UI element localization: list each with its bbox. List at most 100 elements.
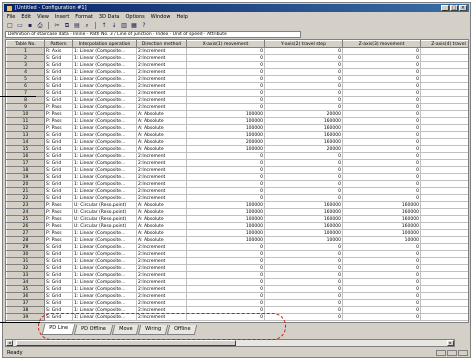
table-cell[interactable]: 2:Increment <box>136 166 187 174</box>
table-cell[interactable]: S: Grid <box>44 75 73 83</box>
table-cell[interactable]: 2:Increment <box>136 271 187 279</box>
table-cell[interactable]: R: Axis <box>44 47 73 55</box>
table-row[interactable]: 22 S: Grid 1: Linear (Composite... 2:Increm… <box>6 194 468 202</box>
menu-edit[interactable]: Edit <box>21 14 31 20</box>
table-cell[interactable]: A: Absolute <box>136 110 187 118</box>
table-cell[interactable]: 0 <box>186 257 265 265</box>
table-cell[interactable]: 2:Increment <box>136 89 187 97</box>
table-cell[interactable]: 0 <box>342 145 421 153</box>
table-cell[interactable] <box>420 236 468 244</box>
table-cell[interactable]: 0 <box>264 68 343 76</box>
table-cell[interactable]: 160000 <box>264 131 343 139</box>
table-cell[interactable]: 160000 <box>264 222 343 230</box>
table-row[interactable]: 37 S: Grid 1: Linear (Composite... 2:Increm… <box>6 299 468 307</box>
table-row[interactable]: 2 S: Grid 1: Linear (Composite... 2:Increme… <box>6 54 468 62</box>
column-header[interactable]: Table No. <box>6 40 45 48</box>
table-cell[interactable]: 160000 <box>264 117 343 125</box>
table-cell[interactable]: 160000 <box>264 201 343 209</box>
table-cell[interactable] <box>420 229 468 237</box>
row-header[interactable]: 27 <box>6 229 45 237</box>
table-cell[interactable]: 1: Linear (Composite... <box>72 96 137 104</box>
table-row[interactable]: 15 S: Grid 1: Linear (Composite... A: Absol… <box>6 145 468 153</box>
table-cell[interactable]: S: Grid <box>44 54 73 62</box>
close-button[interactable]: × <box>459 5 467 11</box>
menu-format[interactable]: Format <box>75 14 93 20</box>
table-cell[interactable]: 2:Increment <box>136 264 187 272</box>
table-cell[interactable]: P: Pass <box>44 117 73 125</box>
table-cell[interactable]: 0 <box>342 82 421 90</box>
table-cell[interactable] <box>420 306 468 314</box>
table-cell[interactable]: 1: Linear (Composite... <box>72 257 137 265</box>
table-cell[interactable]: 0 <box>342 159 421 167</box>
table-cell[interactable]: 0 <box>264 292 343 300</box>
table-cell[interactable]: S: Grid <box>44 96 73 104</box>
table-cell[interactable]: 1: Linear (Composite... <box>72 82 137 90</box>
table-cell[interactable]: 0 <box>342 103 421 111</box>
table-cell[interactable]: 10000 <box>264 236 343 244</box>
new-file-icon[interactable]: □ <box>6 22 14 30</box>
table-cell[interactable] <box>420 278 468 286</box>
scroll-left-icon[interactable]: ◂ <box>6 340 13 346</box>
table-cell[interactable]: 1: Linear (Composite... <box>72 236 137 244</box>
table-cell[interactable]: S: Grid <box>44 257 73 265</box>
table-cell[interactable]: 0 <box>186 61 265 69</box>
table-cell[interactable]: 2:Increment <box>136 187 187 195</box>
table-cell[interactable] <box>420 82 468 90</box>
row-header[interactable]: 19 <box>6 173 45 181</box>
table-cell[interactable]: 0 <box>342 313 421 321</box>
table-cell[interactable] <box>420 103 468 111</box>
table-cell[interactable]: S: Grid <box>44 131 73 139</box>
table-cell[interactable]: 0 <box>264 75 343 83</box>
table-cell[interactable]: 100000 <box>186 110 265 118</box>
table-cell[interactable]: 0 <box>342 180 421 188</box>
table-cell[interactable] <box>420 138 468 146</box>
table-cell[interactable]: 0 <box>264 278 343 286</box>
table-cell[interactable]: A: Absolute <box>136 208 187 216</box>
table-cell[interactable]: 0 <box>186 47 265 55</box>
column-header[interactable]: Pattern <box>44 40 73 48</box>
table-cell[interactable]: 0 <box>264 187 343 195</box>
table-row[interactable]: 35 S: Grid 1: Linear (Composite... 2:Increm… <box>6 285 468 293</box>
row-header[interactable]: 5 <box>6 75 45 83</box>
table-cell[interactable]: 0 <box>342 285 421 293</box>
row-header[interactable]: 20 <box>6 180 45 188</box>
table-cell[interactable]: 0 <box>186 82 265 90</box>
table-cell[interactable]: 0 <box>342 187 421 195</box>
table-cell[interactable]: S: Grid <box>44 152 73 160</box>
table-cell[interactable] <box>420 222 468 230</box>
table-cell[interactable]: 2:Increment <box>136 173 187 181</box>
table-cell[interactable] <box>420 271 468 279</box>
table-cell[interactable]: A: Absolute <box>136 236 187 244</box>
table-cell[interactable] <box>420 173 468 181</box>
row-header[interactable]: 34 <box>6 278 45 286</box>
table-cell[interactable]: 0 <box>342 257 421 265</box>
table-cell[interactable]: 0 <box>264 152 343 160</box>
table-cell[interactable]: 0 <box>186 243 265 251</box>
table-row[interactable]: 32 S: Grid 1: Linear (Composite... 2:Increm… <box>6 264 468 272</box>
row-header[interactable]: 8 <box>6 96 45 104</box>
table-row[interactable]: 7 S: Grid 1: Linear (Composite... 2:Increme… <box>6 89 468 97</box>
table-row[interactable]: 33 S: Grid 1: Linear (Composite... 2:Increm… <box>6 271 468 279</box>
table-cell[interactable]: A: Absolute <box>136 229 187 237</box>
table-cell[interactable] <box>420 194 468 202</box>
table-row[interactable]: 36 S: Grid 1: Linear (Composite... 2:Increm… <box>6 292 468 300</box>
row-header[interactable]: 12 <box>6 124 45 132</box>
table-cell[interactable]: 2:Increment <box>136 194 187 202</box>
table-row[interactable]: 14 S: Grid 1: Linear (Composite... A: Absol… <box>6 138 468 146</box>
table-cell[interactable]: 100000 <box>186 117 265 125</box>
table-cell[interactable]: 2:Increment <box>136 75 187 83</box>
table-cell[interactable]: 0 <box>186 96 265 104</box>
table-cell[interactable]: S: Grid <box>44 299 73 307</box>
table-cell[interactable] <box>420 201 468 209</box>
table-cell[interactable]: 1: Linear (Composite... <box>72 243 137 251</box>
table-cell[interactable]: 1: Linear (Composite... <box>72 264 137 272</box>
column-header[interactable]: Y-axis(2) travel step <box>264 40 343 48</box>
table-cell[interactable]: 10000 <box>342 236 421 244</box>
row-header[interactable]: 10 <box>6 110 45 118</box>
table-cell[interactable] <box>420 117 468 125</box>
table-cell[interactable]: 0 <box>342 54 421 62</box>
table-cell[interactable]: 100000 <box>342 229 421 237</box>
table-cell[interactable]: S: Grid <box>44 68 73 76</box>
row-header[interactable]: 13 <box>6 131 45 139</box>
table-cell[interactable]: 0 <box>264 299 343 307</box>
